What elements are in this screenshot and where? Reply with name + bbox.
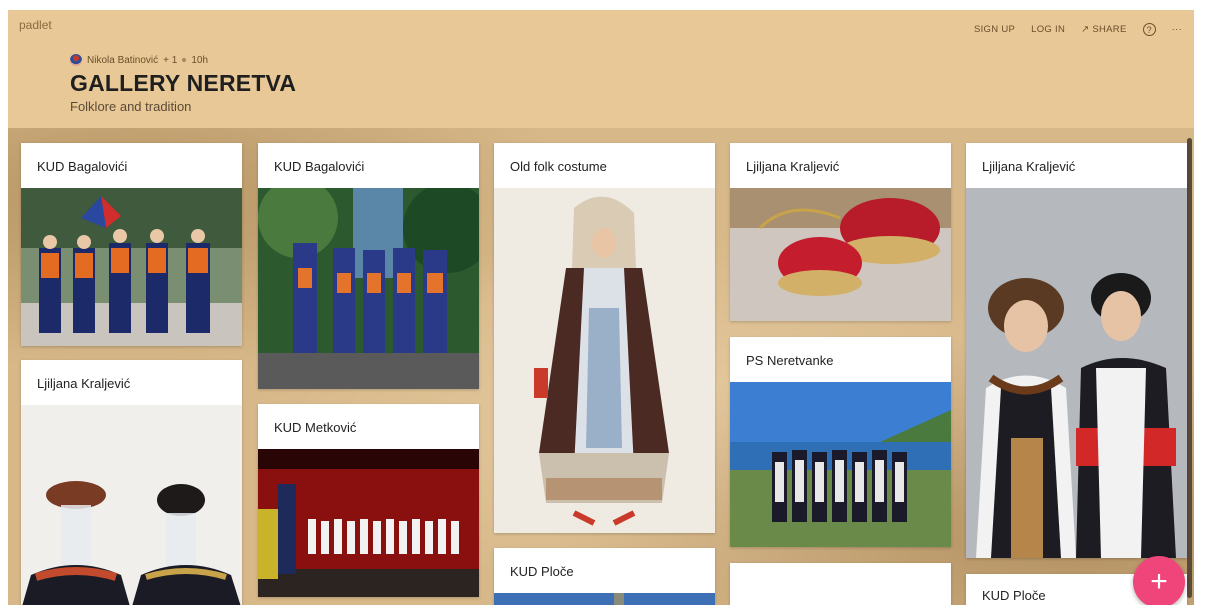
more-icon[interactable]: ··· (1172, 24, 1182, 35)
post-title: PS Neretvanke (746, 353, 834, 368)
post-card[interactable]: PS Neretvanke (730, 337, 951, 547)
separator-dot (182, 58, 187, 62)
costume-painting (494, 188, 715, 533)
contributors-count: + 1 (163, 54, 178, 66)
post-card[interactable]: Ljiljana Kraljević (21, 360, 242, 605)
stage-choir-photo (258, 449, 479, 597)
red-cap-photo (730, 188, 951, 321)
post-title: Ljiljana Kraljević (37, 376, 131, 391)
post-title: Ljiljana Kraljević (982, 159, 1076, 174)
stage-musicians-photo (258, 188, 479, 389)
post-card[interactable]: Ljiljana Kraljević (730, 143, 951, 321)
post-time: 10h (191, 54, 209, 66)
share-button[interactable]: ↗ SHARE (1081, 24, 1126, 35)
post-title (730, 563, 951, 605)
sign-up-button[interactable]: SIGN UP (974, 24, 1015, 35)
post-title: KUD Bagalovići (37, 159, 128, 174)
header-actions: SIGN UP LOG IN ↗ SHARE ? ··· (974, 23, 1182, 36)
post-card[interactable]: Ljiljana Kraljević (966, 143, 1187, 558)
board-header: padlet SIGN UP LOG IN ↗ SHARE ? ··· Niko… (8, 10, 1194, 128)
scrollbar[interactable] (1187, 138, 1192, 598)
post-card[interactable]: KUD Ploče (494, 548, 715, 605)
costumed-dolls-photo (966, 188, 1187, 558)
post-title: KUD Metković (274, 420, 357, 435)
post-card[interactable]: Old folk costume (494, 143, 715, 533)
costume-doll-heads-photo (21, 405, 242, 605)
board-title: GALLERY NERETVA (70, 70, 297, 96)
board-subtitle: Folklore and tradition (70, 99, 192, 114)
avatar (70, 54, 82, 66)
post-title: Old folk costume (510, 159, 607, 174)
sky-photo (494, 593, 715, 605)
padlet-logo[interactable]: padlet (19, 18, 52, 32)
post-title: Ljiljana Kraljević (746, 159, 840, 174)
post-title: KUD Bagalovići (274, 159, 365, 174)
post-title: KUD Ploče (510, 564, 574, 579)
help-icon[interactable]: ? (1142, 23, 1156, 36)
folk-dancers-photo (21, 188, 242, 346)
post-card[interactable] (730, 563, 951, 605)
post-card[interactable]: KUD Bagalovići (258, 143, 479, 389)
add-post-button[interactable]: + (1133, 556, 1185, 605)
post-card[interactable]: KUD Metković (258, 404, 479, 597)
board-meta: Nikola Batinović + 1 10h (70, 54, 208, 66)
log-in-button[interactable]: LOG IN (1031, 24, 1065, 35)
post-card[interactable]: KUD Bagalovići (21, 143, 242, 346)
harbor-group-photo (730, 382, 951, 547)
author-name: Nikola Batinović (87, 54, 159, 66)
